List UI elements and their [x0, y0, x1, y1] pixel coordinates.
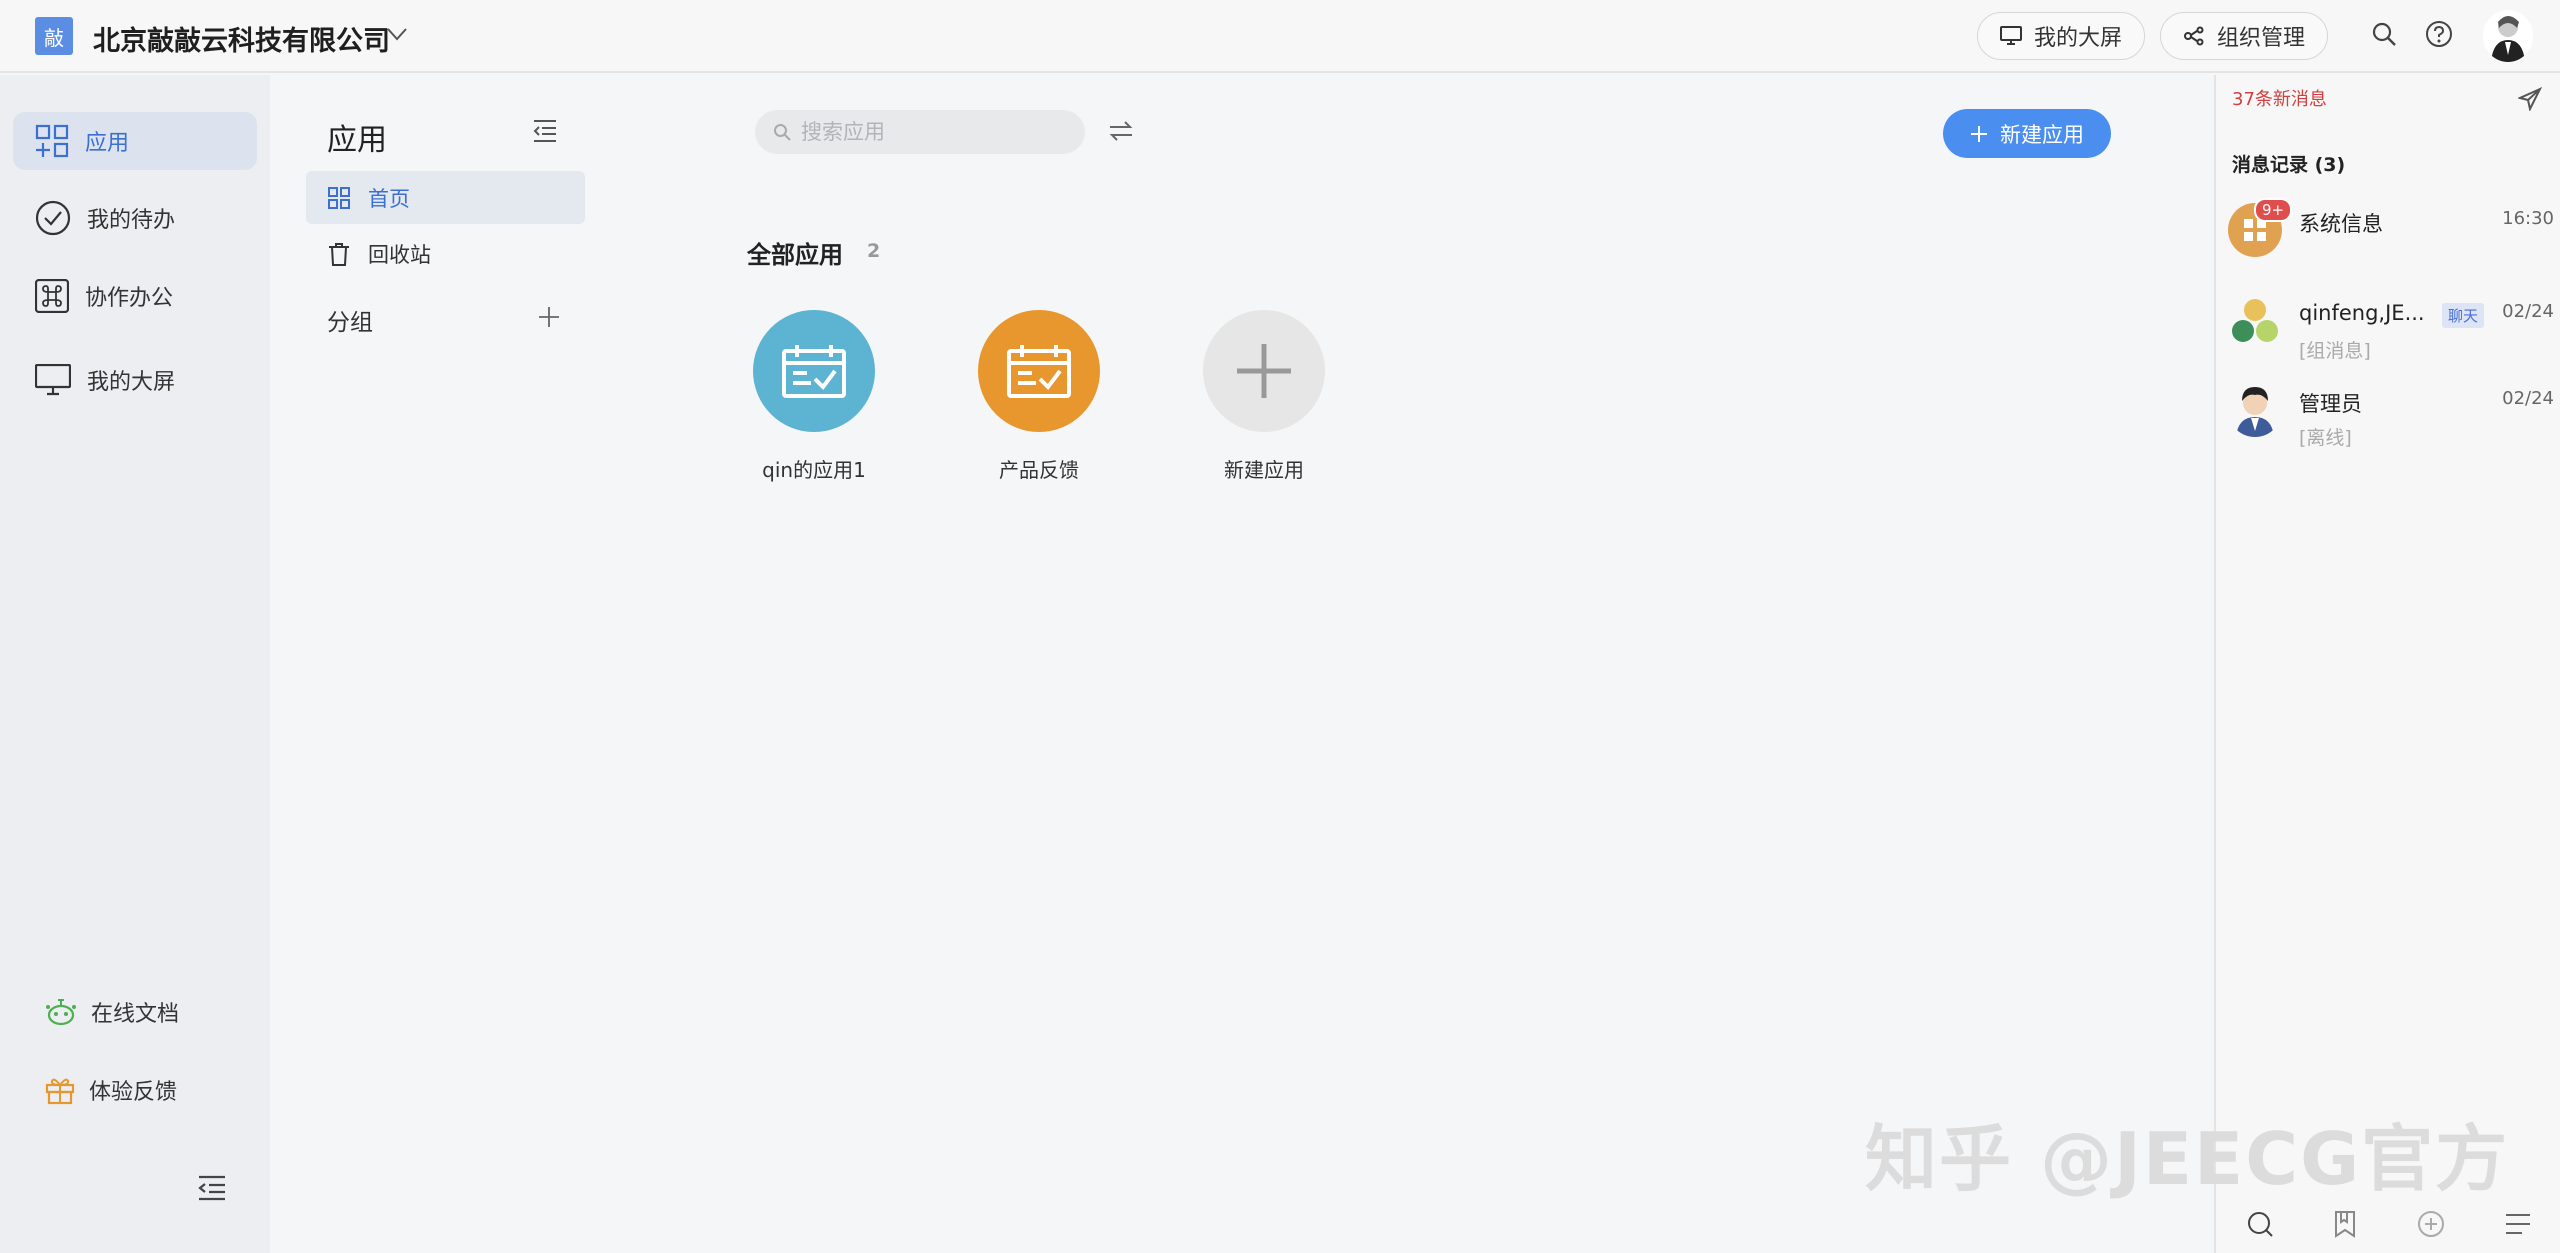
unread-badge: 9+ — [2254, 198, 2293, 222]
company-logo[interactable]: 敲 — [35, 17, 73, 55]
left-navigation: 应用 我的待办 协作办公 我的大屏 在线文档 体验反馈 — [0, 75, 270, 1253]
bookmark-icon[interactable] — [2333, 1210, 2357, 1238]
subnav-item-trash[interactable]: 回收站 — [306, 227, 585, 280]
monitor-icon — [2000, 26, 2022, 45]
search-icon[interactable] — [2246, 1210, 2274, 1238]
search-box[interactable] — [755, 110, 1085, 154]
subnav-label: 首页 — [368, 186, 410, 211]
nav-bottom-label: 体验反馈 — [89, 1080, 178, 1105]
check-circle-icon — [35, 200, 71, 236]
nav-label: 协作办公 — [85, 286, 174, 311]
group-avatar — [2232, 299, 2278, 342]
nav-item-screen[interactable]: 我的大屏 — [13, 351, 257, 409]
message-name: 管理员 — [2299, 392, 2362, 416]
app-name: 产品反馈 — [999, 458, 1079, 482]
trash-icon — [329, 242, 349, 266]
send-icon[interactable] — [2518, 87, 2542, 111]
swap-icon[interactable] — [1108, 118, 1134, 144]
app-tile[interactable]: 产品反馈 — [939, 310, 1139, 483]
app-icon[interactable] — [978, 310, 1100, 432]
plus-icon — [1237, 344, 1291, 398]
new-app-tile[interactable]: 新建应用 — [1164, 310, 1364, 483]
chevron-down-icon[interactable] — [385, 22, 409, 46]
message-sub: [组消息] — [2299, 340, 2371, 362]
message-panel: 37条新消息 消息记录 (3) 9+ 系统信息 16:30 qinfeng,JE… — [2214, 75, 2560, 1253]
new-message-count[interactable]: 37条新消息 — [2232, 85, 2327, 111]
calendar-check-icon — [1007, 345, 1071, 398]
add-app-circle[interactable] — [1203, 310, 1325, 432]
nav-online-docs[interactable]: 在线文档 — [45, 996, 179, 1028]
nav-label: 我的待办 — [87, 208, 176, 233]
add-circle-icon[interactable] — [2417, 1210, 2445, 1238]
all-apps-title: 全部应用 — [747, 241, 843, 269]
indent-menu-icon[interactable] — [532, 119, 558, 143]
admin-avatar — [2236, 387, 2274, 437]
message-name: qinfeng,JE... — [2299, 301, 2425, 325]
plus-icon — [1971, 125, 1987, 142]
message-row[interactable]: 9+ 系统信息 16:30 — [2228, 198, 2558, 283]
collapse-menu-icon[interactable] — [197, 1175, 227, 1201]
nav-feedback[interactable]: 体验反馈 — [45, 1074, 177, 1106]
my-screen-button[interactable]: 我的大屏 — [1977, 12, 2146, 60]
app-icon[interactable] — [753, 310, 875, 432]
search-input[interactable] — [801, 120, 1061, 144]
new-app-label: 新建应用 — [2000, 122, 2084, 147]
apps-subnav: 应用 首页 回收站 分组 — [270, 75, 600, 1253]
app-name: qin的应用1 — [762, 458, 866, 482]
subnav-item-home[interactable]: 首页 — [306, 171, 585, 224]
user-avatar[interactable] — [2483, 10, 2533, 62]
message-record-title: 消息记录 (3) — [2232, 154, 2346, 176]
subnav-label: 回收站 — [368, 242, 431, 267]
add-group-icon[interactable] — [538, 306, 560, 328]
message-row[interactable]: qinfeng,JE... 聊天 [组消息] 02/24 — [2228, 296, 2558, 376]
group-label: 分组 — [327, 310, 373, 336]
message-sub: [离线] — [2299, 427, 2352, 449]
message-time: 02/24 — [2502, 301, 2554, 322]
search-icon — [774, 124, 791, 141]
calendar-check-icon — [782, 345, 846, 398]
org-manage-button[interactable]: 组织管理 — [2160, 12, 2329, 60]
my-screen-label: 我的大屏 — [2034, 26, 2123, 51]
company-name[interactable]: 北京敲敲云科技有限公司 — [93, 19, 390, 58]
message-row[interactable]: 管理员 [离线] 02/24 — [2228, 383, 2558, 463]
search-icon[interactable] — [2370, 20, 2398, 48]
nav-item-collab[interactable]: 协作办公 — [13, 267, 257, 325]
subnav-title: 应用 — [327, 123, 387, 158]
message-time: 16:30 — [2502, 208, 2554, 229]
nav-item-todo[interactable]: 我的待办 — [13, 189, 257, 247]
nav-label: 我的大屏 — [87, 370, 176, 395]
gift-icon — [45, 1078, 75, 1105]
message-name: 系统信息 — [2299, 212, 2383, 236]
watermark: 知乎 @JEECG官方 — [1865, 1117, 2510, 1201]
nav-label: 应用 — [85, 131, 130, 156]
all-apps-count: 2 — [867, 240, 881, 262]
menu-icon[interactable] — [2504, 1212, 2532, 1236]
app-tile[interactable]: qin的应用1 — [714, 310, 914, 483]
top-header: 敲 北京敲敲云科技有限公司 我的大屏 组织管理 — [0, 0, 2560, 73]
help-icon[interactable] — [2425, 20, 2453, 48]
monitor-icon — [35, 364, 71, 396]
message-time: 02/24 — [2502, 388, 2554, 409]
robot-icon — [46, 999, 76, 1026]
app-name: 新建应用 — [1224, 458, 1304, 482]
org-tree-icon — [2184, 26, 2204, 46]
org-manage-label: 组织管理 — [2217, 26, 2306, 51]
nav-item-apps[interactable]: 应用 — [13, 112, 257, 170]
chat-tag: 聊天 — [2442, 303, 2485, 328]
apps-grid-icon — [35, 124, 69, 158]
grid-icon — [328, 186, 350, 209]
new-app-button[interactable]: 新建应用 — [1943, 109, 2111, 158]
command-icon — [35, 279, 69, 313]
nav-bottom-label: 在线文档 — [91, 1002, 180, 1027]
